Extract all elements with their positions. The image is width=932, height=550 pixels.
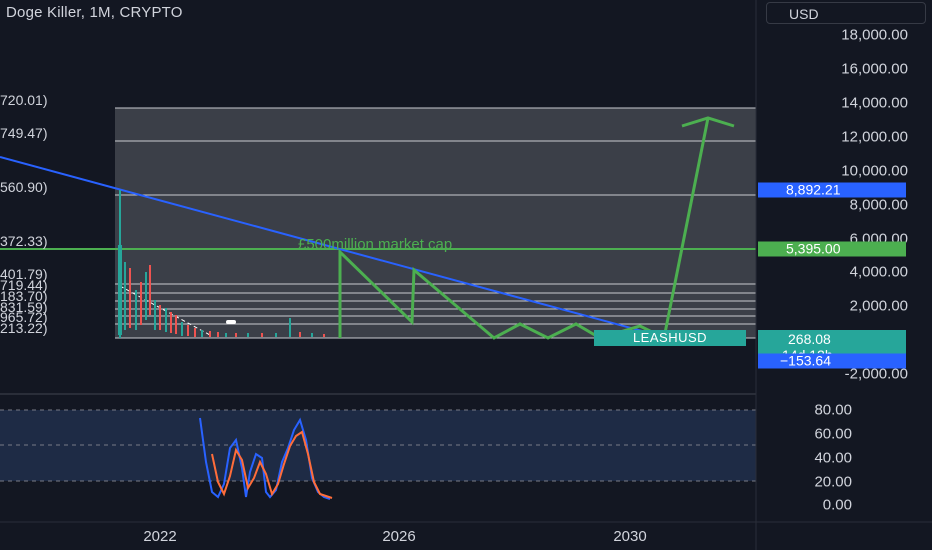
chart-canvas[interactable] [0,0,932,550]
fib-label: 560.90) [0,179,48,195]
y-tick: 4,000.00 [849,263,908,281]
y-tick: 2,000.00 [849,297,908,315]
x-tick: 2030 [613,528,647,545]
level-price-tag: 5,395.00 [758,241,906,257]
x-tick: 2022 [143,528,177,545]
symbol-label: LEASHUSD [594,330,746,346]
fib-label: 720.01) [0,92,48,108]
osc-tick: 80.00 [814,401,852,419]
osc-tick: 60.00 [814,425,852,443]
y-tick: 18,000.00 [841,26,908,44]
osc-tick: 0.00 [822,496,852,514]
y-tick: 16,000.00 [841,60,908,78]
osc-tick: 20.00 [814,473,852,491]
y-tick: 12,000.00 [841,128,908,146]
flag-marker [226,320,236,324]
y-tick: 10,000.00 [841,162,908,180]
fib-label: 749.47) [0,125,48,141]
trendline-price-tag: 8,892.21 [758,182,906,198]
y-tick: 8,000.00 [849,196,908,214]
fib-label: 372.33) [0,233,48,249]
market-cap-annotation: £500million market cap [298,236,453,253]
y-tick: 14,000.00 [841,94,908,112]
x-tick: 2026 [382,528,416,545]
fib-zone [115,108,756,338]
last-price-value: 268.08 [788,331,831,347]
osc-tick: 40.00 [814,449,852,467]
fib-label: 213.22) [0,320,48,336]
trendline-bottom-price-tag: −153.64 [758,353,906,369]
